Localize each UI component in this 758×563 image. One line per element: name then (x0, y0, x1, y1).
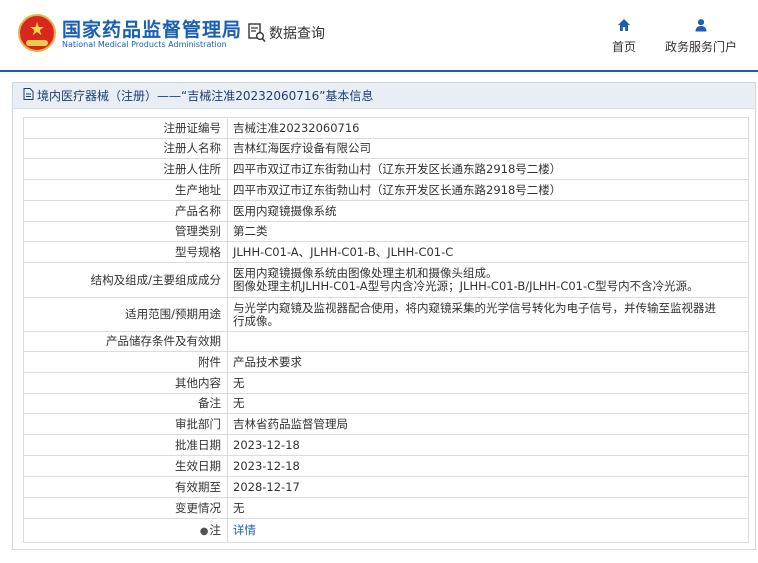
row-value: 医用内窥镜摄像系统由图像处理主机和摄像头组成。 图像处理主机JLHH-C01-A型… (227, 262, 749, 298)
table-row: 产品名称 医用内窥镜摄像系统 (23, 200, 749, 222)
row-key: 型号规格 (23, 241, 228, 263)
row-value: 四平市双辽市辽东街勃山村（辽东开发区长通东路2918号二楼） (227, 158, 749, 180)
details-link[interactable]: 详情 (227, 518, 749, 543)
nav-home-label: 首页 (611, 40, 636, 54)
row-key: 变更情况 (23, 497, 228, 519)
document-icon (23, 88, 34, 103)
row-value-line: 与光学内窥镜及监视器配合使用，将内窥镜采集的光学信号转化为电子信号，并传输至监视… (233, 300, 716, 315)
row-value: 四平市双辽市辽东街勃山村（辽东开发区长通东路2918号二楼） (227, 179, 749, 201)
row-value: 2023-12-18 (227, 434, 749, 456)
table-row: 注册证编号 吉械注准20232060716 (23, 117, 749, 139)
note-label: 注 (209, 522, 222, 537)
table-row: 型号规格 JLHH-C01-A、JLHH-C01-B、JLHH-C01-C (23, 241, 749, 263)
row-value: 吉林省药品监督管理局 (227, 413, 749, 435)
table-row: 其他内容无 (23, 372, 749, 394)
row-key: 其他内容 (23, 372, 228, 394)
search-document-icon (248, 23, 266, 43)
row-value-line: 行成像。 (233, 313, 279, 328)
row-key: 生产地址 (23, 179, 228, 201)
row-key: 适用范围/预期用途 (23, 297, 228, 332)
table-row: 产品储存条件及有效期 (23, 331, 749, 352)
table-row: 批准日期 2023-12-18 (23, 434, 749, 456)
row-key: 产品储存条件及有效期 (23, 331, 228, 352)
data-query-link[interactable]: 数据查询 (248, 22, 325, 44)
row-value: JLHH-C01-A、JLHH-C01-B、JLHH-C01-C (227, 241, 749, 263)
row-key: 注册人住所 (23, 158, 228, 180)
row-key: 产品名称 (23, 200, 228, 222)
table-row: 审批部门 吉林省药品监督管理局 (23, 413, 749, 435)
row-value: 无 (227, 393, 749, 414)
row-value: 与光学内窥镜及监视器配合使用，将内窥镜采集的光学信号转化为电子信号，并传输至监视… (227, 297, 749, 332)
table-row: 附件 产品技术要求 (23, 351, 749, 373)
table-row: 管理类别 第二类 (23, 221, 749, 242)
table-row: 备注无 (23, 393, 749, 414)
home-icon (606, 18, 642, 34)
row-value (227, 331, 749, 352)
row-key: 附件 (23, 351, 228, 373)
row-key: 审批部门 (23, 413, 228, 435)
user-icon (660, 18, 742, 34)
pin-icon: ● (199, 525, 209, 537)
row-value: 医用内窥镜摄像系统 (227, 200, 749, 222)
nav-service-portal[interactable]: 政务服务门户 (660, 18, 742, 55)
brand-title[interactable]: 国家药品监督管理局 (62, 15, 242, 42)
row-key: 管理类别 (23, 221, 228, 242)
emblem-icon: ★ (18, 14, 56, 52)
row-value: 产品技术要求 (227, 351, 749, 373)
table-row: 生产地址 四平市双辽市辽东街勃山村（辽东开发区长通东路2918号二楼） (23, 179, 749, 201)
row-value: 吉林红海医疗设备有限公司 (227, 138, 749, 159)
table-row: 结构及组成/主要组成成分 医用内窥镜摄像系统由图像处理主机和摄像头组成。 图像处理主… (23, 262, 749, 298)
site-header: ★ 国家药品监督管理局 National Medical Products Ad… (0, 0, 758, 70)
row-key: 生效日期 (23, 455, 228, 477)
row-value: 吉械注准20232060716 (227, 117, 749, 139)
row-key: ●注 (23, 518, 228, 543)
row-key: 有效期至 (23, 476, 228, 498)
row-value: 无 (227, 497, 749, 519)
table-row: 变更情况无 (23, 497, 749, 519)
detail-panel: 境内医疗器械（注册）——“吉械注准20232060716”基本信息 注册证编号吉… (12, 82, 756, 550)
row-key: 批准日期 (23, 434, 228, 456)
row-value-line: 图像处理主机JLHH-C01-A型号内含冷光源；JLHH-C01-B/JLHH-… (233, 279, 699, 293)
table-row: 适用范围/预期用途 与光学内窥镜及监视器配合使用，将内窥镜采集的光学信号转化为电子… (23, 297, 749, 332)
breadcrumb: 境内医疗器械（注册）——“吉械注准20232060716”基本信息 (13, 83, 755, 109)
table-row: ●注 详情 (23, 518, 749, 543)
row-key: 注册人名称 (23, 138, 228, 159)
row-value: 第二类 (227, 221, 749, 242)
row-key: 结构及组成/主要组成成分 (23, 262, 228, 298)
row-key: 注册证编号 (23, 117, 228, 139)
nav-home[interactable]: 首页 (606, 18, 642, 55)
row-value: 2028-12-17 (227, 476, 749, 498)
table-row: 有效期至 2028-12-17 (23, 476, 749, 498)
table-row: 注册人住所 四平市双辽市辽东街勃山村（辽东开发区长通东路2918号二楼） (23, 158, 749, 180)
header-divider (0, 70, 758, 72)
brand-subtitle: National Medical Products Administration (62, 40, 227, 49)
row-value: 无 (227, 372, 749, 394)
row-value: 2023-12-18 (227, 455, 749, 477)
breadcrumb-text: 境内医疗器械（注册）——“吉械注准20232060716”基本信息 (37, 89, 374, 103)
nav-portal-label: 政务服务门户 (664, 40, 737, 54)
table-row: 生效日期 2023-12-18 (23, 455, 749, 477)
registration-info-table: 注册证编号 吉械注准20232060716 注册人名称 吉林红海医疗设备有限公司 注… (23, 117, 749, 543)
row-key: 备注 (23, 393, 228, 414)
table-row: 注册人名称 吉林红海医疗设备有限公司 (23, 138, 749, 159)
data-query-label: 数据查询 (269, 26, 325, 42)
